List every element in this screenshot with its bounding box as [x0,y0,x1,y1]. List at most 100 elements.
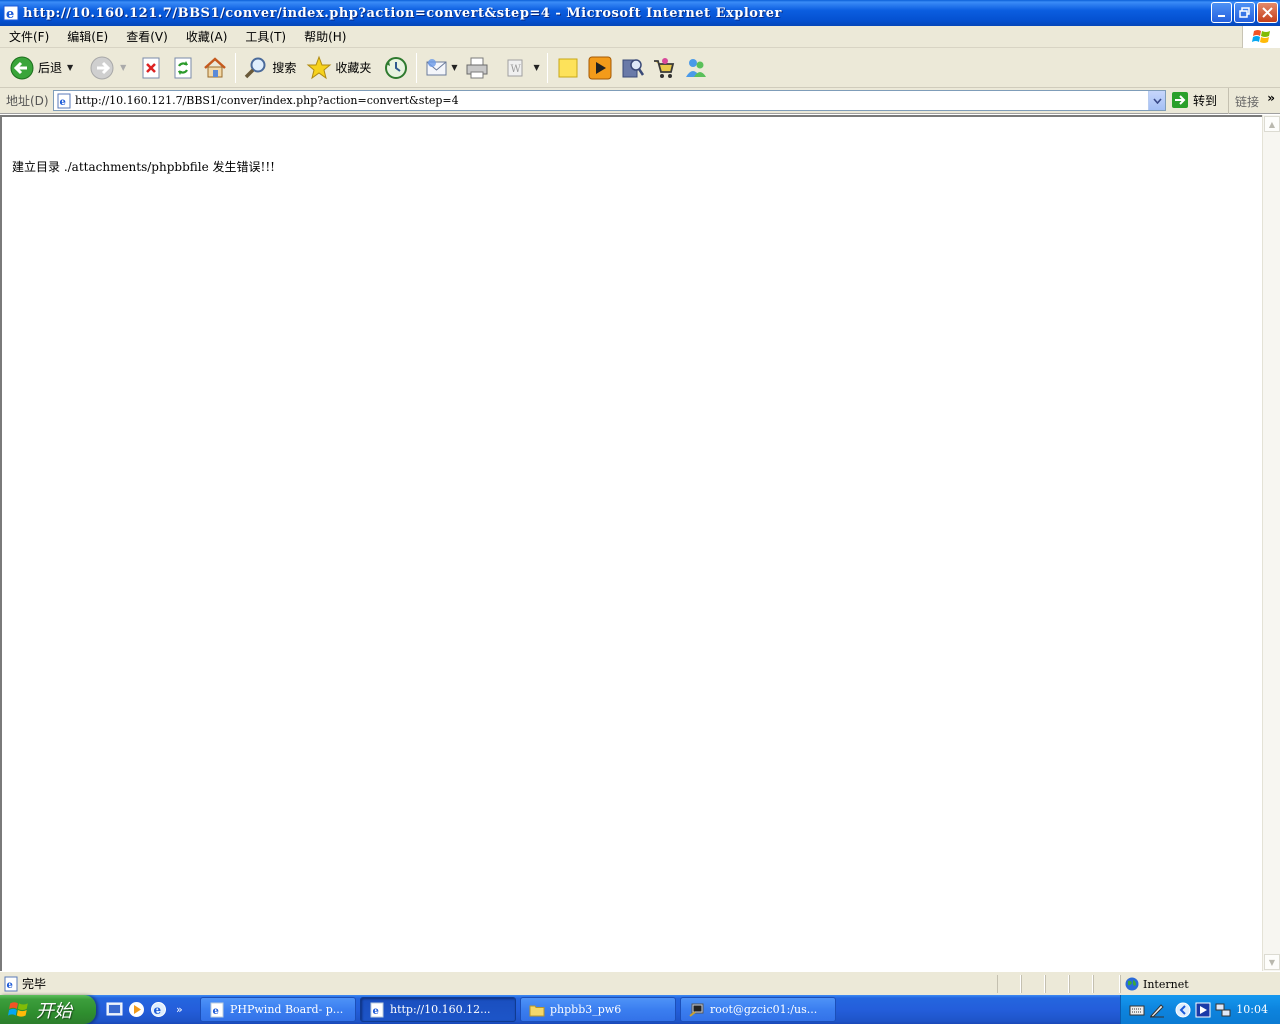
windows-flag-icon [8,1001,28,1017]
ie-quicklaunch-icon[interactable]: e [150,1001,167,1018]
links-toolbar[interactable]: 链接 [1228,88,1259,114]
taskbar: 开始 e » e PHPwind Board- p... e http://10… [0,995,1280,1024]
favorites-button[interactable]: 收藏夹 [303,51,374,85]
start-button[interactable]: 开始 [0,995,96,1024]
ie-page-icon: e [210,1002,224,1017]
keyboard-icon[interactable] [1129,1003,1145,1017]
ie-page-icon: e [370,1002,384,1017]
menu-edit[interactable]: 编辑(E) [58,27,117,47]
stop-button[interactable] [135,51,167,85]
back-nav-icon[interactable] [1175,1002,1191,1018]
star-icon [306,55,332,79]
menu-favorites[interactable]: 收藏(A) [177,27,237,47]
menu-view[interactable]: 查看(V) [117,27,177,47]
task-button[interactable]: root@gzcic01:/us... [680,997,836,1022]
sticky-note-icon [558,58,578,77]
forward-dropdown-icon[interactable]: ▼ [120,63,126,72]
address-url: http://10.160.121.7/BBS1/conver/index.ph… [75,94,459,107]
chevron-right-icon[interactable]: » [176,1003,183,1016]
edit-button[interactable]: W ▼ [499,51,543,85]
show-desktop-icon[interactable] [106,1001,123,1018]
media-player-icon [588,56,612,79]
task-button[interactable]: e http://10.160.12... [360,997,516,1022]
toolbar-separator [416,52,418,83]
stop-icon [142,57,160,78]
ie-icon: e [3,5,19,21]
go-label: 转到 [1193,93,1218,108]
status-panel [1021,975,1045,993]
task-label: root@gzcic01:/us... [710,1003,818,1016]
back-arrow-icon [10,56,34,79]
system-tray: 10:04 [1120,995,1280,1024]
shopping-cart-icon [653,57,674,78]
task-button[interactable]: e PHPwind Board- p... [200,997,356,1022]
forward-button[interactable]: ▼ [86,51,129,85]
home-icon [204,56,227,77]
title-bar[interactable]: e http://10.160.121.7/BBS1/conver/index.… [0,0,1280,26]
go-button[interactable]: 转到 [1171,91,1217,109]
network-icon[interactable] [1215,1002,1231,1018]
back-dropdown-icon[interactable]: ▼ [67,63,73,72]
task-button[interactable]: phpbb3_pw6 [520,997,676,1022]
messenger-button[interactable] [680,51,712,85]
restore-button[interactable] [1234,2,1255,23]
scroll-down-button[interactable]: ▼ [1264,954,1280,970]
svg-text:e: e [373,1006,379,1017]
research-book-icon [622,58,644,77]
print-button[interactable] [461,51,493,85]
start-label: 开始 [36,1000,72,1022]
history-button[interactable] [380,51,412,85]
ie-page-icon: e [57,93,71,108]
shopping-button[interactable] [648,51,680,85]
status-bar: e 完毕 Internet [0,971,1280,995]
menu-help[interactable]: 帮助(H) [295,27,355,47]
chevron-right-icon[interactable]: » [1267,91,1275,105]
note-button[interactable] [552,51,584,85]
media-button[interactable] [584,51,616,85]
home-button[interactable] [199,51,231,85]
address-label: 地址(D) [6,94,49,108]
research-button[interactable] [616,51,648,85]
menu-tools[interactable]: 工具(T) [236,27,295,47]
minimize-button[interactable] [1211,2,1232,23]
mail-icon [426,58,447,75]
security-zone: Internet [1120,975,1189,993]
folder-icon [529,1005,545,1016]
play-icon[interactable] [1195,1002,1211,1018]
task-label: PHPwind Board- p... [230,1003,344,1016]
back-label: 后退 [38,61,63,75]
page-content: 建立目录 ./attachments/phpbbfile 发生错误!!! [0,115,1262,971]
media-player-icon[interactable] [128,1001,145,1018]
search-label: 搜索 [272,61,297,75]
forward-arrow-icon [90,56,114,79]
status-text: 完毕 [22,977,47,991]
scroll-up-button[interactable]: ▲ [1264,116,1280,132]
vertical-scrollbar[interactable]: ▲ ▼ [1262,115,1280,971]
back-button[interactable]: 后退 ▼ [6,51,76,85]
address-dropdown-button[interactable] [1148,91,1165,110]
history-icon [385,56,408,79]
status-panel [1069,975,1093,993]
links-label: 链接 [1235,94,1260,109]
svg-text:e: e [154,1003,162,1017]
address-bar: 地址(D) e http://10.160.121.7/BBS1/conver/… [0,88,1280,114]
menu-file[interactable]: 文件(F) [0,27,58,47]
edit-dropdown-icon[interactable]: ▼ [534,63,540,72]
address-input[interactable]: e http://10.160.121.7/BBS1/conver/index.… [53,90,1166,111]
close-icon [1262,7,1273,18]
svg-text:e: e [60,97,66,108]
pen-icon[interactable] [1149,1002,1165,1018]
search-button[interactable]: 搜索 [240,51,299,85]
word-edit-icon: W [507,59,523,76]
toolbar-separator [546,52,548,83]
globe-icon [1125,977,1139,991]
close-button[interactable] [1257,2,1278,23]
clock: 10:04 [1236,1003,1268,1016]
mail-dropdown-icon[interactable]: ▼ [451,63,457,72]
window-title: http://10.160.121.7/BBS1/conver/index.ph… [23,5,782,21]
messenger-icon [685,58,706,77]
mail-button[interactable]: ▼ [421,51,460,85]
standard-toolbar: 后退 ▼ ▼ 搜索 收藏夹 ▼ W ▼ [0,48,1280,88]
ie-page-icon: e [4,976,18,991]
refresh-button[interactable] [167,51,199,85]
